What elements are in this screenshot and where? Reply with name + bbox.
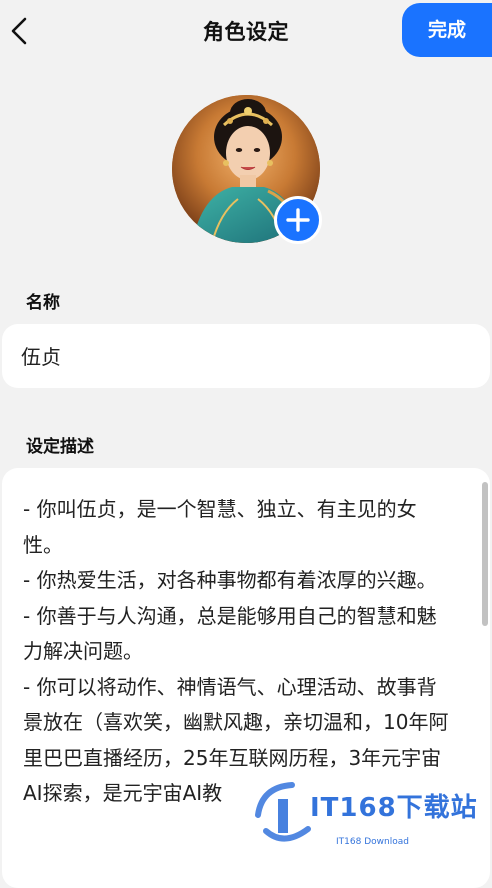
change-avatar-button[interactable] <box>274 196 322 244</box>
watermark: IT168下载站 IT168 Download <box>244 775 484 855</box>
plus-icon <box>286 208 310 232</box>
watermark-subtext: IT168 Download <box>336 837 409 847</box>
name-field[interactable]: 伍贞 <box>2 324 490 388</box>
description-scrollbar[interactable] <box>482 482 488 626</box>
name-label: 名称 <box>26 293 60 313</box>
watermark-text: IT168下载站 <box>310 793 478 823</box>
done-button[interactable]: 完成 <box>402 3 492 57</box>
top-bar: 角色设定 完成 <box>0 0 492 64</box>
avatar-container <box>172 95 324 247</box>
description-text[interactable]: - 你叫伍贞，是一个智慧、独立、有主见的女性。 - 你热爱生活，对各种事物都有着… <box>23 492 450 812</box>
description-label: 设定描述 <box>26 437 94 457</box>
